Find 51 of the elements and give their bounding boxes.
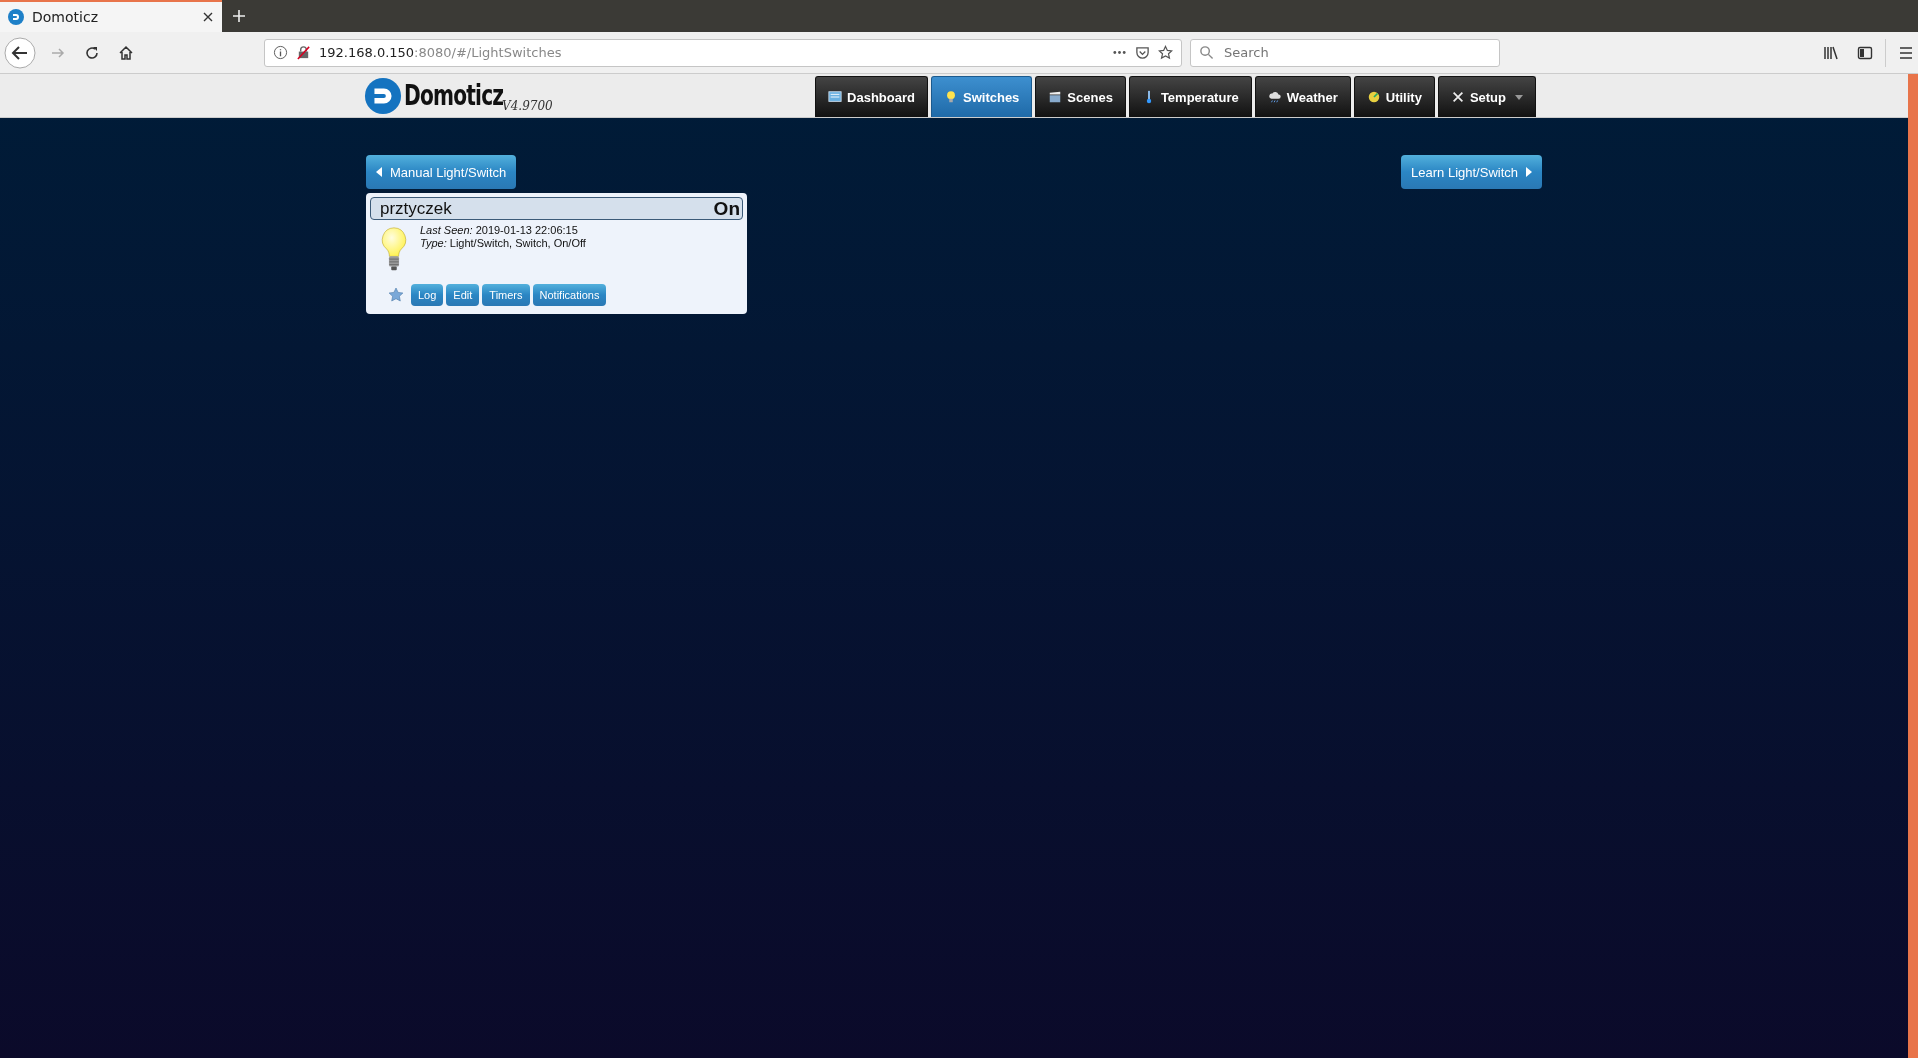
search-field[interactable]: Search — [1190, 38, 1500, 67]
last-seen-text: Last Seen: 2019-01-13 22:06:15 — [420, 224, 579, 237]
lit-lightbulb-icon[interactable] — [380, 226, 408, 272]
tools-icon — [1450, 90, 1465, 104]
sidebar-icon[interactable] — [1857, 44, 1873, 61]
star-icon[interactable] — [1158, 45, 1173, 60]
manual-light-switch-button[interactable]: Manual Light/Switch — [366, 155, 517, 189]
nav-tab[interactable]: Scenes — [1035, 76, 1126, 117]
domoticz-logo-icon — [8, 9, 24, 25]
lightbulb-icon — [944, 90, 958, 104]
version-text: V4.9700 — [502, 98, 553, 113]
gauge-icon — [1366, 90, 1381, 104]
menu-icon[interactable] — [1898, 44, 1914, 61]
left-arrow-icon — [376, 167, 382, 177]
info-icon — [273, 45, 288, 60]
browser-tab[interactable]: Domoticz — [0, 0, 222, 32]
monitor-icon — [828, 90, 843, 104]
device-action-button[interactable]: Notifications — [532, 284, 607, 306]
url-text: 192.168.0.150:8080/#/LightSwitches — [319, 45, 562, 60]
search-input[interactable]: Search — [1222, 44, 1491, 61]
right-arrow-icon — [1526, 167, 1532, 177]
domoticz-logo-icon — [364, 76, 402, 115]
device-name: prztyczek — [380, 198, 452, 219]
new-tab-icon[interactable] — [232, 9, 246, 23]
close-icon[interactable] — [202, 11, 214, 23]
nav-tab[interactable]: Temperature — [1128, 76, 1252, 117]
clapperboard-icon — [1048, 90, 1063, 104]
favorite-star-icon[interactable] — [388, 287, 404, 303]
reload-icon[interactable] — [84, 44, 100, 61]
address-bar[interactable]: 192.168.0.150:8080/#/LightSwitches — [264, 38, 1182, 67]
library-icon[interactable] — [1823, 44, 1839, 61]
logo-text: Domoticz — [404, 79, 504, 112]
device-type-text: Type: Light/Switch, Switch, On/Off — [420, 237, 586, 250]
device-action-button[interactable]: Edit — [446, 284, 480, 306]
pocket-icon[interactable] — [1135, 45, 1150, 60]
nav-tab[interactable]: Switches — [931, 76, 1033, 117]
learn-light-switch-button[interactable]: Learn Light/Switch — [1401, 155, 1542, 189]
device-action-button[interactable]: Timers — [482, 284, 530, 306]
nav-tab[interactable]: Setup — [1437, 76, 1536, 117]
device-action-button[interactable]: Log — [411, 284, 444, 306]
search-icon — [1199, 45, 1214, 60]
cloud-icon — [1267, 90, 1282, 104]
scrollbar[interactable] — [1908, 74, 1918, 1058]
device-status: On — [713, 197, 740, 220]
nav-tab[interactable]: Utility — [1353, 76, 1435, 117]
back-icon[interactable] — [4, 36, 36, 69]
tab-title: Domoticz — [32, 9, 99, 25]
nav-tab[interactable]: Weather — [1254, 76, 1351, 117]
insecure-lock-icon — [296, 45, 311, 60]
nav-tab[interactable]: Dashboard — [815, 76, 928, 117]
home-icon[interactable] — [118, 44, 134, 61]
